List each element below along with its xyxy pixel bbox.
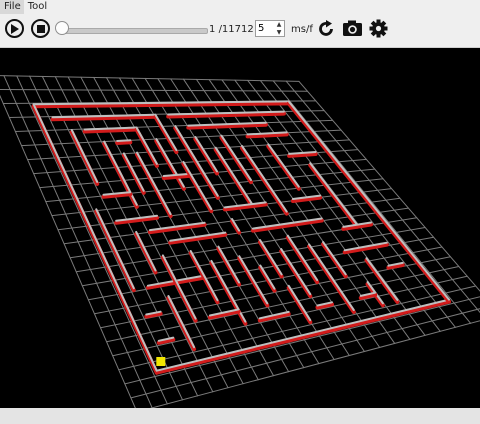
spin-down-icon[interactable]: ▼ (275, 29, 283, 36)
toolbar: 1 /11712 ▲ ▼ ms/f (0, 14, 480, 48)
play-button[interactable] (5, 19, 24, 38)
grid-line (183, 78, 365, 352)
gear-icon[interactable] (369, 19, 388, 38)
current-frame: 1 (209, 24, 216, 35)
maze-wall-top (116, 139, 132, 142)
total-frames: /11712 (218, 24, 254, 35)
spin-up-icon[interactable]: ▲ (275, 21, 283, 28)
frame-counter: 1 /11712 (209, 23, 254, 37)
maze-wall (154, 139, 186, 191)
maze-wall-top (280, 248, 312, 296)
agent-cube (156, 357, 166, 366)
grid-line (130, 308, 480, 399)
frame-slider-handle[interactable] (55, 21, 69, 35)
grid-line (0, 94, 138, 413)
refresh-icon[interactable] (316, 19, 336, 39)
maze-wall (115, 140, 133, 145)
grid-line (0, 89, 308, 92)
menu-bar: File Tool (0, 0, 480, 14)
stop-button[interactable] (31, 19, 50, 38)
maze-wall-top (161, 254, 197, 320)
maze-wall (219, 135, 253, 185)
speed-unit: ms/f (291, 24, 313, 35)
menu-tool[interactable]: Tool (24, 0, 50, 14)
speed-input[interactable] (258, 22, 274, 35)
agent-marker (156, 357, 166, 366)
stop-icon (36, 24, 45, 33)
maze-scene (0, 75, 480, 413)
maze-wall (230, 219, 242, 235)
status-bar (0, 408, 480, 424)
speed-spinbox[interactable]: ▲ ▼ (255, 20, 285, 37)
grid-line (136, 320, 480, 413)
maze-wall-top (135, 230, 157, 272)
grid-line (81, 227, 426, 287)
frame-slider-track[interactable] (62, 28, 208, 34)
menu-file[interactable]: File (0, 0, 24, 14)
camera-icon[interactable] (342, 19, 363, 38)
play-icon (11, 23, 19, 34)
maze-3d-viewport[interactable] (0, 48, 480, 413)
maze-wall-top (259, 264, 276, 290)
